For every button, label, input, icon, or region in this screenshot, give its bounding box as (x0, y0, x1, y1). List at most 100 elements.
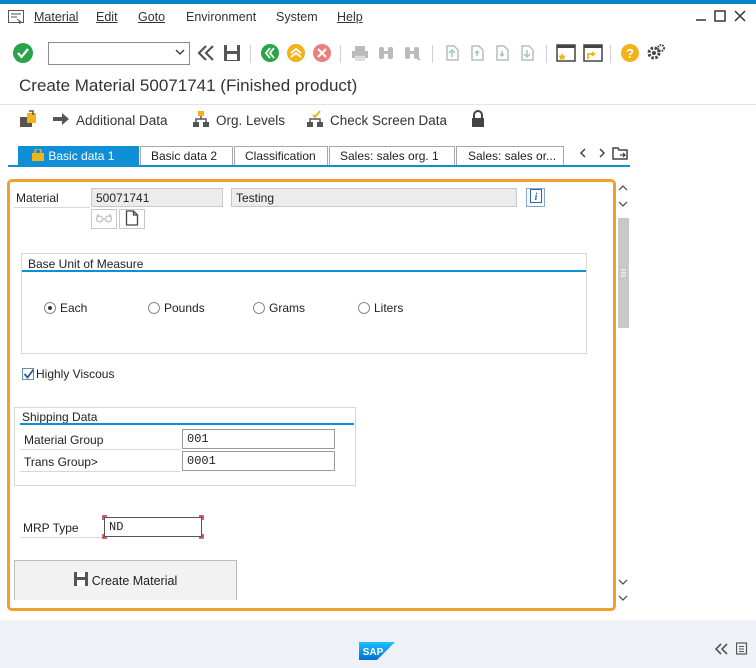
double-left-icon[interactable] (195, 42, 217, 64)
prev-page-icon[interactable] (466, 42, 488, 64)
last-page-icon[interactable] (516, 42, 538, 64)
check-data-icon (306, 109, 330, 131)
uom-radio-pounds[interactable]: Pounds (148, 301, 205, 315)
page-title: Create Material 50071741 (Finished produ… (19, 76, 358, 95)
menu-environment[interactable]: Environment (186, 10, 256, 24)
scroll-page-up-icon[interactable] (618, 200, 628, 210)
tab-basic-data-2[interactable]: Basic data 2 (140, 146, 233, 165)
svg-text:?: ? (626, 46, 634, 61)
additional-data-button[interactable]: Additional Data (52, 109, 168, 131)
label-underline (20, 449, 180, 450)
vertical-scrollbar[interactable] (616, 184, 630, 606)
uom-radio-each[interactable]: Each (44, 301, 87, 315)
separator (340, 45, 341, 63)
tab-underline (8, 165, 630, 167)
menu-bar: Material Edit Goto Environment System He… (0, 4, 756, 32)
separator (250, 45, 251, 63)
radio-label: Grams (269, 301, 305, 315)
org-hierarchy-icon (192, 110, 216, 131)
material-number-field: 50071741 (91, 188, 223, 207)
required-field-markers (102, 515, 204, 539)
separator (610, 45, 611, 63)
checkmark-icon (23, 368, 35, 379)
maximize-icon[interactable] (713, 10, 727, 24)
checkbox-label: Highly Viscous (36, 367, 115, 381)
find-next-icon[interactable] (401, 42, 423, 64)
trans-group-field[interactable]: 0001 (182, 451, 335, 471)
material-description-field: Testing (231, 188, 517, 207)
scroll-down-icon[interactable] (618, 594, 628, 604)
label-underline (20, 471, 180, 472)
shortcut-icon[interactable] (582, 42, 604, 64)
tab-scroll-right-icon[interactable] (595, 146, 609, 162)
lock-icon (470, 109, 492, 131)
scroll-thumb[interactable] (618, 218, 629, 328)
radio-circle (358, 302, 370, 314)
material-group-field[interactable]: 001 (182, 429, 335, 449)
minimize-icon[interactable] (694, 10, 708, 24)
close-icon[interactable] (733, 10, 747, 24)
menu-help[interactable]: Help (337, 10, 363, 24)
menu-list-icon[interactable] (8, 10, 24, 25)
uom-radio-grams[interactable]: Grams (253, 301, 305, 315)
print-icon[interactable] (349, 42, 371, 64)
new-session-icon[interactable] (555, 42, 577, 64)
tab-label: Sales: sales or... (468, 149, 557, 163)
tab-basic-data-1[interactable]: Basic data 1 (18, 146, 139, 165)
info-button[interactable]: i (526, 188, 545, 207)
org-levels-button[interactable]: Org. Levels (192, 109, 285, 131)
document-icon (125, 209, 139, 229)
group-title: Shipping Data (22, 410, 98, 424)
scroll-up-icon[interactable] (618, 184, 628, 194)
menu-goto[interactable]: Goto (138, 10, 165, 24)
uom-radio-liters[interactable]: Liters (358, 301, 403, 315)
glasses-icon (95, 212, 113, 226)
group-title: Base Unit of Measure (28, 257, 144, 271)
sap-logo: SAP (359, 642, 395, 660)
tab-label: Basic data 2 (151, 149, 218, 163)
tab-lock-icon (31, 147, 45, 165)
command-field[interactable] (48, 42, 190, 65)
chevron-down-icon[interactable] (175, 46, 185, 56)
radio-circle (148, 302, 160, 314)
other-material-button[interactable] (18, 109, 44, 131)
statusbar-menu-icon[interactable] (735, 642, 748, 659)
back-icon[interactable] (259, 42, 281, 64)
tab-list-icon[interactable] (612, 146, 628, 162)
save-icon[interactable] (221, 42, 243, 64)
next-page-icon[interactable] (491, 42, 513, 64)
lock-button[interactable] (470, 109, 492, 131)
display-button[interactable] (91, 209, 117, 229)
first-page-icon[interactable] (441, 42, 463, 64)
label-underline (20, 537, 102, 538)
tab-sales-org-2[interactable]: Sales: sales or... (456, 146, 564, 165)
additional-data-label: Additional Data (76, 112, 168, 128)
menu-material[interactable]: Material (34, 10, 78, 24)
tab-scroll-left-icon[interactable] (576, 146, 590, 162)
tab-sales-org-1[interactable]: Sales: sales org. 1 (329, 146, 455, 165)
menu-system[interactable]: System (276, 10, 318, 24)
tab-label: Classification (245, 149, 316, 163)
scroll-page-down-icon[interactable] (618, 578, 628, 588)
save-icon (73, 572, 92, 589)
find-icon[interactable] (375, 42, 397, 64)
system-toolbar: ? (0, 36, 756, 72)
customize-icon[interactable] (645, 42, 667, 64)
trans-group-label: Trans Group> (24, 455, 98, 469)
svg-text:i: i (534, 192, 537, 203)
help-icon[interactable]: ? (619, 42, 641, 64)
create-material-label: Create Material (91, 573, 178, 588)
create-material-button[interactable]: Create Material (14, 560, 237, 600)
mrp-type-label: MRP Type (23, 521, 79, 535)
tab-classification[interactable]: Classification (234, 146, 328, 165)
cancel-icon[interactable] (311, 42, 333, 64)
check-screen-data-button[interactable]: Check Screen Data (306, 109, 447, 131)
exit-icon[interactable] (285, 42, 307, 64)
highly-viscous-checkbox[interactable]: Highly Viscous (22, 367, 114, 381)
enter-icon[interactable] (12, 42, 34, 64)
separator (432, 45, 433, 63)
create-button[interactable] (119, 209, 145, 229)
collapse-statusbar-icon[interactable] (713, 642, 729, 659)
separator (546, 45, 547, 63)
menu-edit[interactable]: Edit (96, 10, 118, 24)
